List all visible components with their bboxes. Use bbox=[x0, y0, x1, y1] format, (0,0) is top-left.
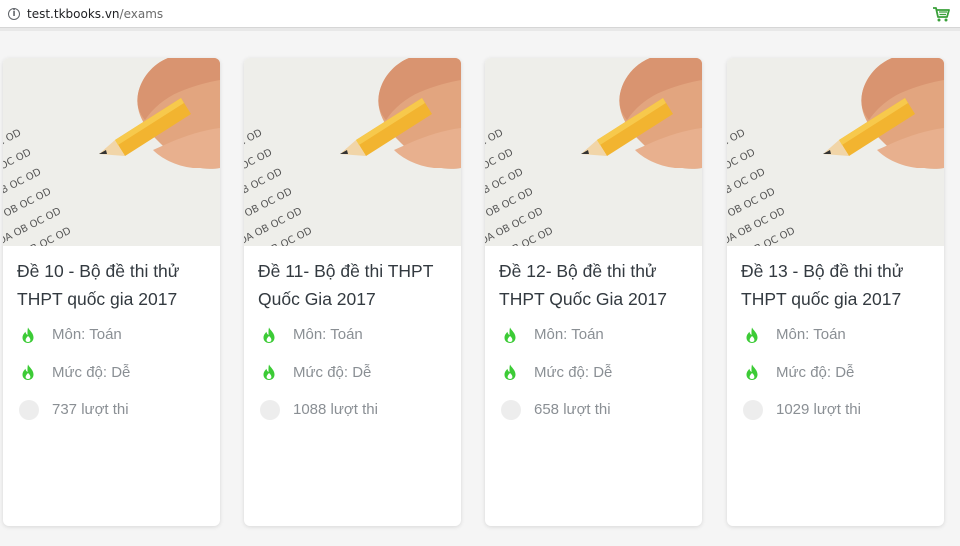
exam-card[interactable]: Đề 12- Bộ đề thi thử THPT Quốc Gia 2017 … bbox=[485, 58, 702, 526]
flame-icon bbox=[504, 327, 516, 343]
level-row: Mức độ: Dễ bbox=[3, 354, 220, 392]
attempts-count: 737 lượt thi bbox=[52, 401, 129, 419]
attempts-icon bbox=[501, 399, 521, 420]
exam-title-line: THPT Quốc Gia 2017 bbox=[499, 289, 667, 309]
cart-icon[interactable] bbox=[932, 5, 950, 23]
attempts-count: 1088 lượt thi bbox=[293, 401, 378, 419]
exam-thumbnail[interactable] bbox=[244, 58, 461, 246]
flame-icon bbox=[22, 327, 34, 343]
level-label: Mức độ: Dễ bbox=[52, 363, 131, 381]
level-label: Mức độ: Dễ bbox=[776, 363, 855, 381]
attempts-count: 1029 lượt thi bbox=[776, 401, 861, 419]
attempts-icon bbox=[260, 399, 280, 420]
subject-label: Môn: Toán bbox=[52, 326, 122, 344]
subject-row: Môn: Toán bbox=[244, 316, 461, 354]
level-row: Mức độ: Dễ bbox=[485, 354, 702, 392]
level-label: Mức độ: Dễ bbox=[534, 363, 613, 381]
flame-icon bbox=[263, 327, 275, 343]
exam-title-line: Đề 10 - Bộ đề thi thử bbox=[17, 261, 180, 281]
exam-title[interactable]: Đề 11- Bộ đề thi THPT Quốc Gia 2017 bbox=[244, 246, 461, 316]
exam-thumbnail[interactable] bbox=[485, 58, 702, 246]
attempts-row: 737 lượt thi bbox=[3, 391, 220, 429]
exam-thumbnail[interactable] bbox=[3, 58, 220, 246]
subject-row: Môn: Toán bbox=[485, 316, 702, 354]
exam-title[interactable]: Đề 12- Bộ đề thi thử THPT Quốc Gia 2017 bbox=[485, 246, 702, 316]
attempts-icon bbox=[743, 399, 763, 420]
subject-label: Môn: Toán bbox=[534, 326, 604, 344]
attempts-row: 1088 lượt thi bbox=[244, 391, 461, 429]
exam-card[interactable]: Đề 13 - Bộ đề thi thử THPT quốc gia 2017… bbox=[727, 58, 944, 526]
exam-card[interactable]: Đề 11- Bộ đề thi THPT Quốc Gia 2017 Môn:… bbox=[244, 58, 461, 526]
attempts-row: 1029 lượt thi bbox=[727, 391, 944, 429]
subject-row: Môn: Toán bbox=[3, 316, 220, 354]
flame-icon bbox=[22, 364, 34, 381]
subject-label: Môn: Toán bbox=[293, 326, 363, 344]
exam-title-line: Quốc Gia 2017 bbox=[258, 289, 376, 309]
exam-title[interactable]: Đề 10 - Bộ đề thi thử THPT quốc gia 2017 bbox=[3, 246, 220, 316]
flame-icon bbox=[746, 364, 758, 381]
flame-icon bbox=[263, 364, 275, 381]
flame-icon bbox=[504, 364, 516, 381]
exam-title-line: Đề 13 - Bộ đề thi thử bbox=[741, 261, 904, 281]
url-host: test.tkbooks.vn bbox=[27, 6, 120, 21]
exam-card[interactable]: Đề 10 - Bộ đề thi thử THPT quốc gia 2017… bbox=[3, 58, 220, 526]
url-path: /exams bbox=[119, 6, 164, 21]
info-icon[interactable]: i bbox=[8, 7, 20, 20]
exam-title-line: THPT quốc gia 2017 bbox=[17, 289, 178, 309]
toolbar-divider bbox=[0, 28, 960, 31]
attempts-icon bbox=[19, 399, 39, 420]
level-row: Mức độ: Dễ bbox=[244, 354, 461, 392]
exam-title-line: THPT quốc gia 2017 bbox=[741, 289, 902, 309]
address-bar[interactable]: i test.tkbooks.vn/exams bbox=[0, 0, 960, 28]
level-label: Mức độ: Dễ bbox=[293, 363, 372, 381]
exam-thumbnail[interactable] bbox=[727, 58, 944, 246]
attempts-row: 658 lượt thi bbox=[485, 391, 702, 429]
subject-label: Môn: Toán bbox=[776, 326, 846, 344]
exam-title-line: Đề 12- Bộ đề thi thử bbox=[499, 261, 657, 281]
attempts-count: 658 lượt thi bbox=[534, 401, 611, 419]
subject-row: Môn: Toán bbox=[727, 316, 944, 354]
url-text[interactable]: test.tkbooks.vn/exams bbox=[27, 7, 163, 21]
flame-icon bbox=[746, 327, 758, 343]
exam-title[interactable]: Đề 13 - Bộ đề thi thử THPT quốc gia 2017 bbox=[727, 246, 944, 316]
level-row: Mức độ: Dễ bbox=[727, 354, 944, 392]
exam-title-line: Đề 11- Bộ đề thi THPT bbox=[258, 261, 434, 281]
